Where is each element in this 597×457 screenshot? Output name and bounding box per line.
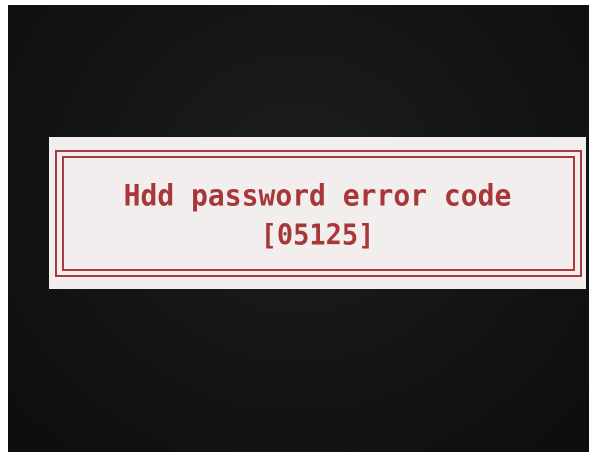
dialog-outer-border: [55, 150, 582, 277]
error-dialog: Hdd password error code [05125]: [49, 137, 586, 289]
error-message: Hdd password error code: [123, 178, 512, 213]
bios-screen: Hdd password error code [05125]: [8, 5, 589, 452]
error-code: [05125]: [260, 219, 375, 252]
photo-frame: Hdd password error code [05125]: [0, 0, 597, 457]
dialog-inner-border: [62, 156, 575, 271]
